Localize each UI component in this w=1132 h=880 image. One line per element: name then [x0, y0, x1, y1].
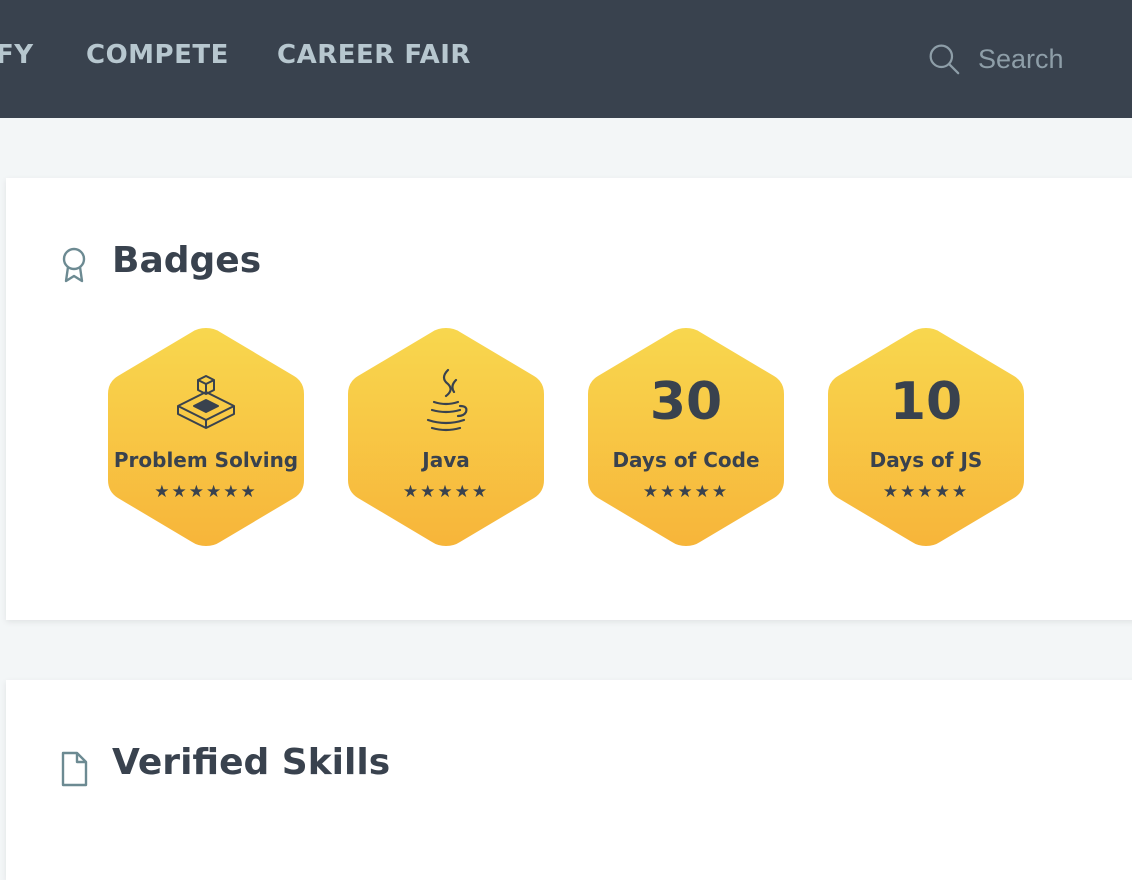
badges-card: Badges Problem Solving ★★★★★★ Java ★★★★★… — [6, 178, 1132, 620]
top-navigation: FY COMPETE CAREER FAIR — [0, 0, 1132, 118]
badge-10-days-of-js[interactable]: 10 Days of JS ★★★★★ — [826, 326, 1026, 548]
badges-title: Badges — [112, 240, 262, 281]
badge-number: 30 — [649, 372, 723, 432]
badge-stars: ★★★★★ — [882, 482, 970, 502]
badge-label: Java — [422, 448, 470, 472]
badge-problem-solving[interactable]: Problem Solving ★★★★★★ — [106, 326, 306, 548]
badge-java[interactable]: Java ★★★★★ — [346, 326, 546, 548]
badge-label: Problem Solving — [113, 448, 299, 472]
nav-item-partial[interactable]: FY — [0, 40, 34, 70]
hexagon-badge-shape — [828, 328, 1024, 546]
verified-skills-card: Verified Skills — [6, 680, 1132, 880]
badge-30-days-of-code[interactable]: 30 Days of Code ★★★★★ — [586, 326, 786, 548]
badge-stars: ★★★★★★ — [154, 482, 258, 502]
hexagon-badge-shape — [348, 328, 544, 546]
badge-stars: ★★★★★ — [642, 482, 730, 502]
badge-stars: ★★★★★ — [402, 482, 490, 502]
badge-label: Days of JS — [869, 448, 983, 472]
search-icon[interactable] — [928, 41, 960, 77]
search-input[interactable] — [978, 43, 1128, 75]
search-box[interactable] — [928, 36, 1128, 82]
nav-item-career-fair[interactable]: CAREER FAIR — [277, 40, 471, 70]
badge-label: Days of Code — [612, 448, 760, 472]
document-icon — [61, 751, 88, 787]
hexagon-badge-shape — [108, 328, 304, 546]
hexagon-badge-shape — [588, 328, 784, 546]
java-cup-icon — [426, 368, 468, 432]
nav-item-compete[interactable]: COMPETE — [86, 40, 229, 70]
cube-puzzle-icon — [177, 375, 235, 429]
award-ribbon-icon — [62, 247, 86, 283]
badge-number: 10 — [889, 372, 963, 432]
verified-skills-title: Verified Skills — [112, 742, 391, 783]
